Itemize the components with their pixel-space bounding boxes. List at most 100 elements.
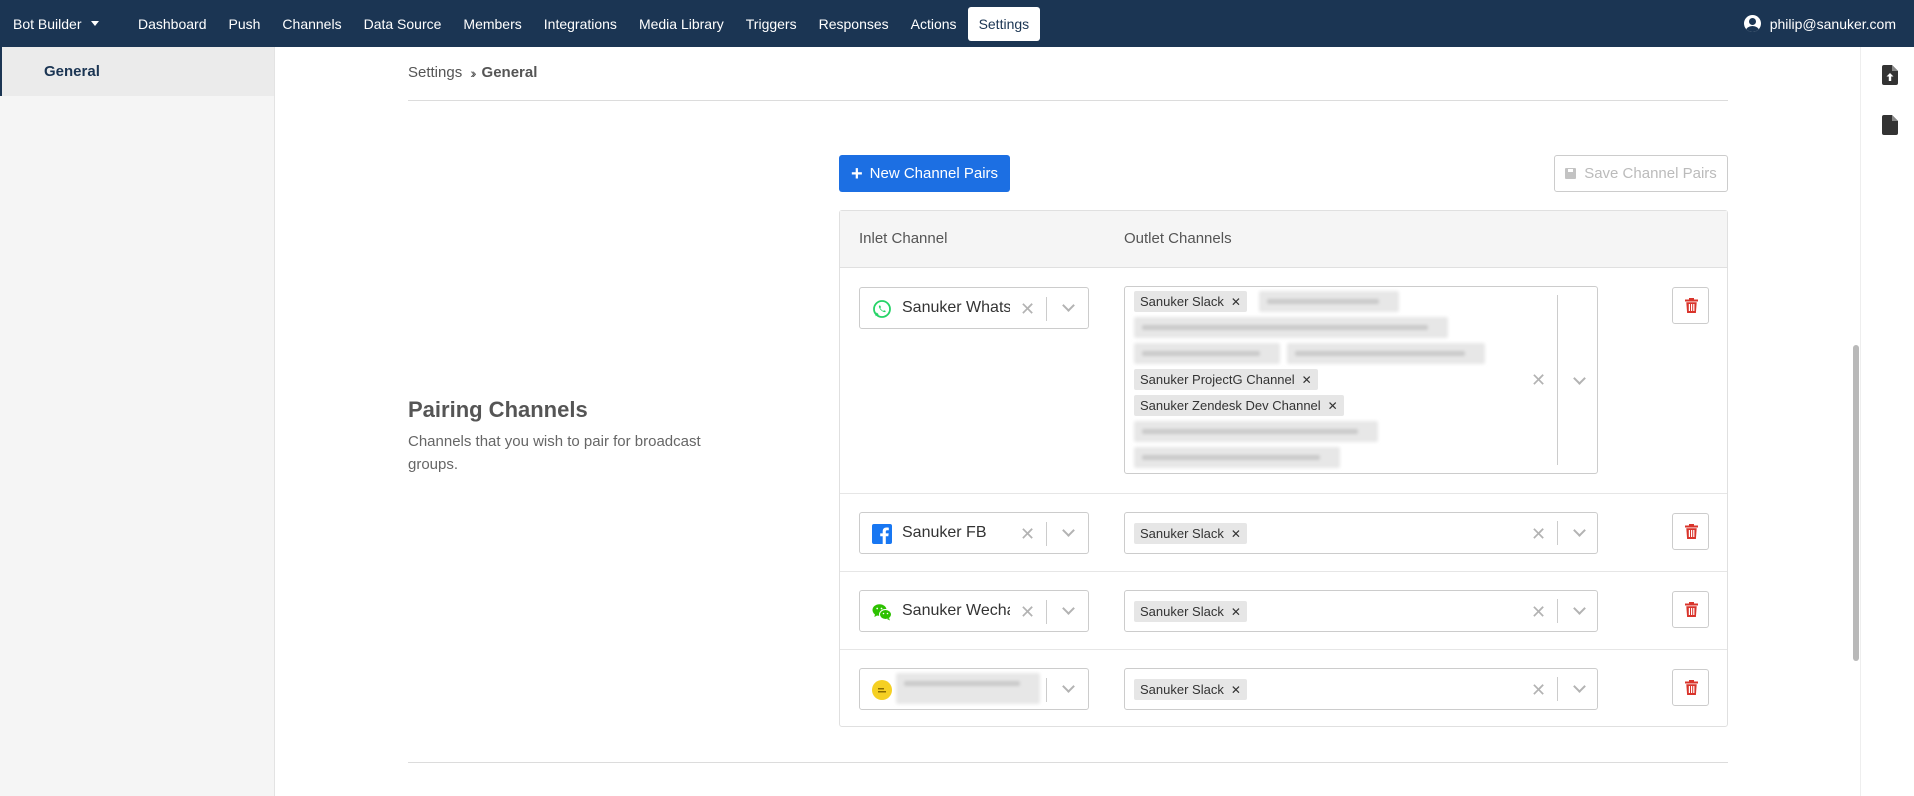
top-nav: Bot Builder Dashboard Push Channels Data…	[0, 0, 1914, 47]
outlet-channels-select[interactable]: Sanuker Slack ✕ Sanuker ProjectG Channel ✕…	[1124, 286, 1598, 474]
select-separator	[1046, 600, 1047, 624]
outlet-chip-label: Sanuker Slack	[1140, 526, 1224, 541]
select-separator	[1557, 677, 1558, 701]
section-title: Pairing Channels	[408, 397, 588, 422]
remove-chip-icon[interactable]: ✕	[1231, 527, 1241, 541]
clear-icon[interactable]: ✕	[1531, 371, 1546, 389]
select-separator	[1046, 297, 1047, 321]
nav-item-responses[interactable]: Responses	[808, 7, 900, 41]
remove-chip-icon[interactable]: ✕	[1231, 683, 1241, 697]
chevron-down-icon[interactable]	[1573, 602, 1586, 615]
clear-icon[interactable]: ✕	[1020, 525, 1035, 543]
table-row: Sanuker Slack ✕ ✕	[840, 650, 1727, 727]
caret-down-icon	[91, 21, 100, 26]
facebook-icon	[872, 524, 892, 544]
remove-chip-icon[interactable]: ✕	[1231, 295, 1241, 309]
nav-item-channels[interactable]: Channels	[271, 7, 352, 41]
inlet-channel-select[interactable]: Sanuker FB ✕	[859, 512, 1089, 554]
nav-item-integrations[interactable]: Integrations	[533, 7, 628, 41]
new-channel-pairs-label: New Channel Pairs	[869, 165, 999, 182]
redacted-chip	[1134, 343, 1280, 364]
breadcrumb-current: General	[481, 64, 538, 81]
clear-icon[interactable]: ✕	[1020, 603, 1035, 621]
outlet-channels-select[interactable]: Sanuker Slack ✕ ✕	[1124, 512, 1598, 554]
inlet-channel-select[interactable]: Sanuker WhatsApp ✕	[859, 287, 1089, 329]
outlet-chip: Sanuker Zendesk Dev Channel ✕	[1134, 395, 1344, 416]
plus-icon: +	[850, 162, 863, 185]
remove-chip-icon[interactable]: ✕	[1302, 373, 1312, 387]
trash-icon	[1685, 524, 1698, 539]
nav-item-triggers[interactable]: Triggers	[735, 7, 808, 41]
clear-icon[interactable]: ✕	[1531, 525, 1546, 543]
channel-pairs-table: Inlet Channel Outlet Channels Sanuker Wh…	[839, 210, 1728, 727]
delete-pair-button[interactable]	[1672, 591, 1709, 628]
breadcrumb: Settings ›› General	[408, 64, 537, 81]
select-separator	[1046, 522, 1047, 546]
outlet-chip-label: Sanuker Slack	[1140, 604, 1224, 619]
save-channel-pairs-button[interactable]: Save Channel Pairs	[1554, 155, 1728, 192]
chat-bubble-icon	[872, 680, 892, 700]
remove-chip-icon[interactable]: ✕	[1231, 605, 1241, 619]
sidebar-item-general[interactable]: General	[0, 47, 274, 96]
table-header: Inlet Channel Outlet Channels	[840, 211, 1727, 268]
chevron-down-icon[interactable]	[1573, 524, 1586, 537]
scrollbar-thumb[interactable]	[1853, 345, 1859, 661]
outlet-chip-label: Sanuker Slack	[1140, 294, 1224, 309]
bot-selector[interactable]: Bot Builder	[0, 16, 124, 32]
table-row: Sanuker FB ✕ Sanuker Slack ✕ ✕	[840, 494, 1727, 572]
nav-item-data-source[interactable]: Data Source	[353, 7, 453, 41]
file-import-icon[interactable]	[1882, 65, 1898, 85]
nav-item-members[interactable]: Members	[452, 7, 532, 41]
trash-icon	[1685, 602, 1698, 617]
trash-icon	[1685, 680, 1698, 695]
redacted-chip	[1134, 421, 1378, 442]
section-description: Channels that you wish to pair for broad…	[408, 433, 701, 473]
chevron-down-icon[interactable]	[1573, 372, 1586, 385]
outlet-chip: Sanuker Slack ✕	[1134, 679, 1247, 700]
redacted-channel-name	[896, 673, 1040, 704]
settings-sidebar: General	[0, 47, 275, 796]
outlet-channels-header: Outlet Channels	[1124, 230, 1232, 247]
outlet-chip: Sanuker Slack ✕	[1134, 601, 1247, 622]
chevron-down-icon[interactable]	[1062, 299, 1075, 312]
divider	[408, 762, 1728, 763]
chevron-down-icon[interactable]	[1062, 680, 1075, 693]
redacted-chip	[1259, 291, 1399, 312]
outlet-chip: Sanuker Slack ✕	[1134, 291, 1247, 312]
outlet-channels-select[interactable]: Sanuker Slack ✕ ✕	[1124, 590, 1598, 632]
file-icon[interactable]	[1882, 115, 1898, 135]
chevron-down-icon[interactable]	[1573, 680, 1586, 693]
chevron-down-icon[interactable]	[1062, 602, 1075, 615]
outlet-chip-label: Sanuker Zendesk Dev Channel	[1140, 398, 1321, 413]
save-disk-icon	[1565, 168, 1577, 179]
trash-icon	[1685, 298, 1698, 313]
bot-selector-label: Bot Builder	[13, 15, 82, 32]
user-menu[interactable]: philip@sanuker.com	[1743, 0, 1896, 47]
double-chevron-right-icon: ››	[470, 64, 477, 81]
select-separator	[1557, 295, 1558, 465]
select-separator	[1557, 521, 1558, 545]
clear-icon[interactable]: ✕	[1531, 603, 1546, 621]
delete-pair-button[interactable]	[1672, 287, 1709, 324]
nav-item-actions[interactable]: Actions	[900, 7, 968, 41]
clear-icon[interactable]: ✕	[1531, 681, 1546, 699]
nav-item-media-library[interactable]: Media Library	[628, 7, 735, 41]
remove-chip-icon[interactable]: ✕	[1328, 399, 1338, 413]
nav-items: Dashboard Push Channels Data Source Memb…	[127, 0, 1041, 47]
redacted-chip	[1134, 317, 1448, 338]
nav-item-push[interactable]: Push	[218, 7, 272, 41]
clear-icon[interactable]: ✕	[1020, 300, 1035, 318]
user-email: philip@sanuker.com	[1769, 15, 1896, 32]
inlet-channel-select[interactable]	[859, 668, 1089, 710]
outlet-chip-label: Sanuker ProjectG Channel	[1140, 372, 1295, 387]
new-channel-pairs-button[interactable]: + New Channel Pairs	[839, 155, 1010, 192]
outlet-chip: Sanuker ProjectG Channel ✕	[1134, 369, 1318, 390]
chevron-down-icon[interactable]	[1062, 524, 1075, 537]
inlet-channel-select[interactable]: Sanuker Wechat ✕	[859, 590, 1089, 632]
nav-item-dashboard[interactable]: Dashboard	[127, 7, 218, 41]
breadcrumb-parent[interactable]: Settings	[408, 64, 462, 81]
delete-pair-button[interactable]	[1672, 513, 1709, 550]
outlet-channels-select[interactable]: Sanuker Slack ✕ ✕	[1124, 668, 1598, 710]
delete-pair-button[interactable]	[1672, 669, 1709, 706]
nav-item-settings[interactable]: Settings	[967, 6, 1041, 41]
